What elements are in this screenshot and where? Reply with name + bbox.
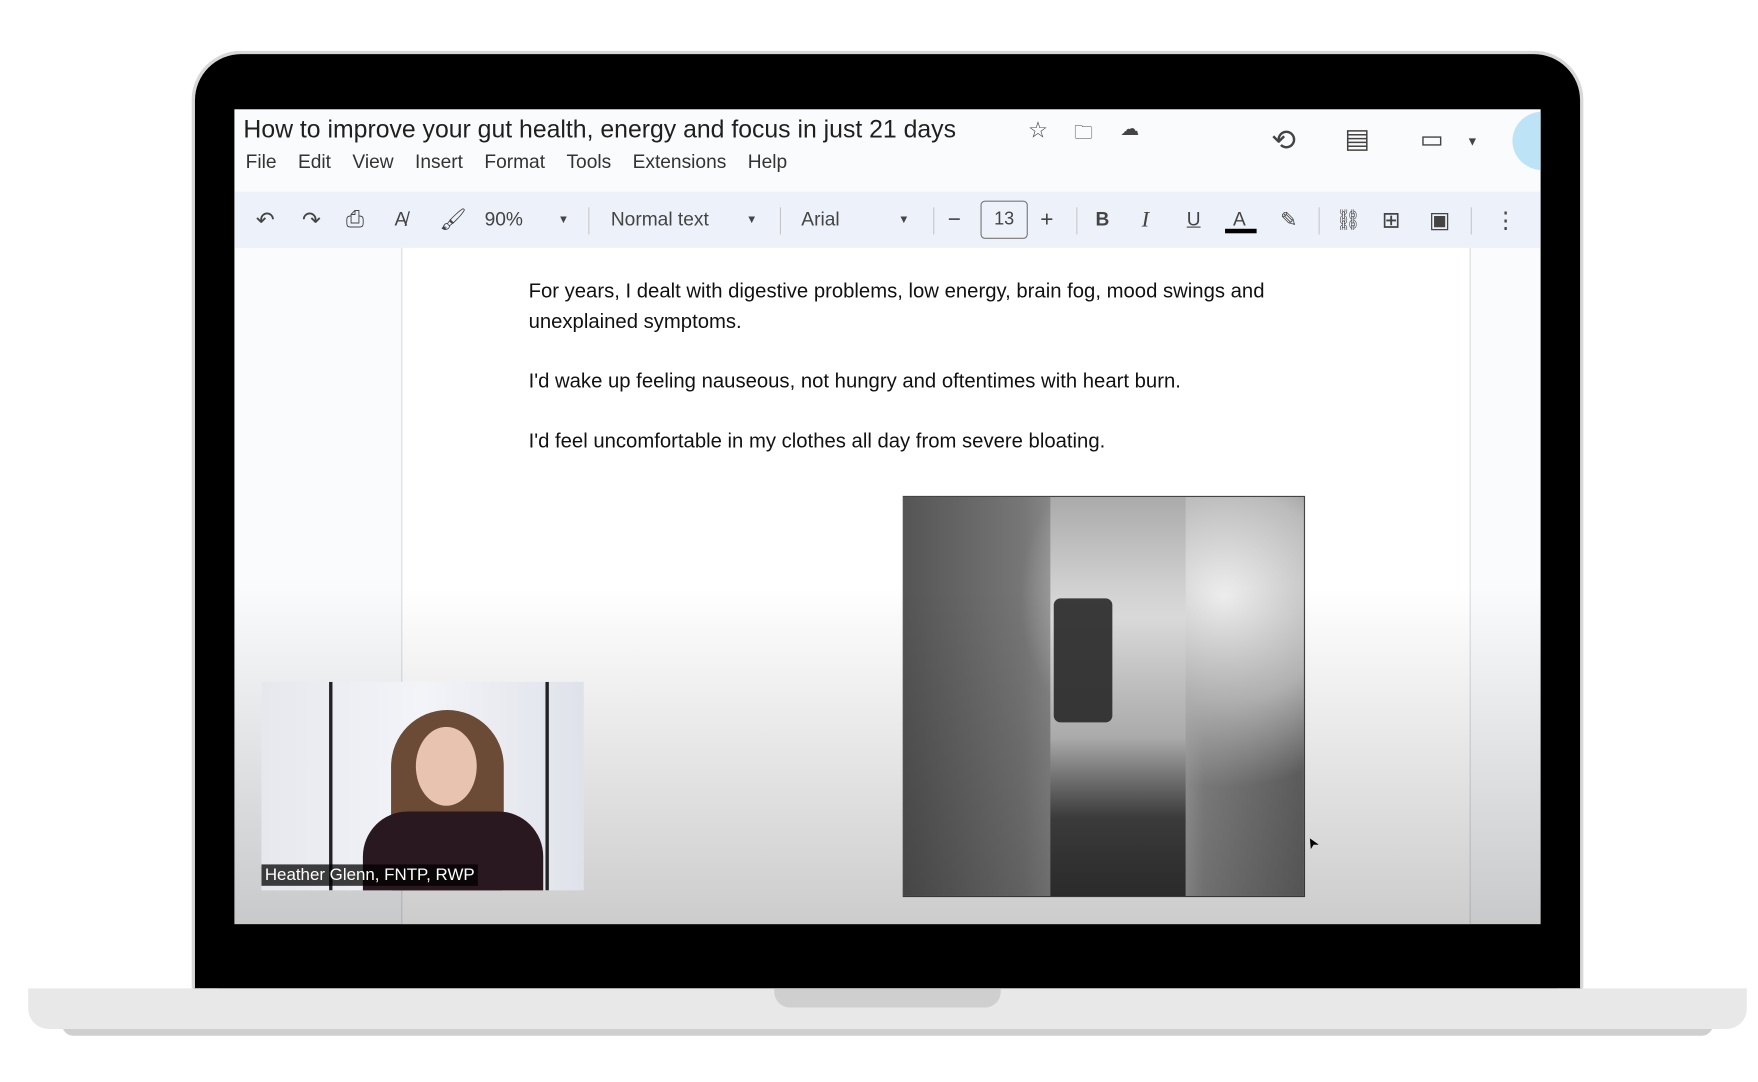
door-edge	[545, 681, 549, 891]
menu-help[interactable]: Help	[748, 151, 787, 174]
comments-icon[interactable]: ▤	[1345, 123, 1371, 156]
divider	[1076, 207, 1078, 235]
zoom-select[interactable]: 90%	[485, 192, 523, 248]
undo-icon[interactable]: ↶	[256, 192, 275, 248]
docs-header: How to improve your gut health, energy a…	[234, 109, 1541, 191]
font-caret-icon[interactable]: ▼	[898, 192, 909, 248]
divider	[588, 207, 590, 235]
phone-in-mirror	[1053, 598, 1113, 723]
menu-file[interactable]: File	[246, 151, 277, 174]
account-avatar[interactable]	[1512, 111, 1541, 171]
divider	[1470, 207, 1472, 235]
divider	[1318, 207, 1320, 235]
paint-format-icon[interactable]: 🖌	[440, 192, 467, 248]
increase-font-size-button[interactable]: +	[1040, 192, 1053, 248]
font-select[interactable]: Arial	[801, 192, 839, 248]
cloud-status-icon[interactable]: ☁	[1120, 118, 1139, 141]
docs-window: How to improve your gut health, energy a…	[234, 109, 1541, 925]
paragraph: I'd feel uncomfortable in my clothes all…	[528, 429, 1106, 452]
video-caption: Heather Glenn, FNTP, RWP	[261, 864, 479, 886]
presenter-face	[415, 726, 477, 806]
toolbar: ↶ ↷ ⎙ A̸ 🖌 90% ▼ Normal text ▼ Arial ▼ −…	[234, 191, 1541, 248]
move-folder-icon[interactable]: 🗀	[1074, 118, 1093, 151]
meet-icon[interactable]: ▭	[1420, 125, 1443, 154]
divider	[779, 207, 782, 235]
star-icon[interactable]: ☆	[1028, 116, 1048, 144]
more-icon[interactable]: ⋮	[1494, 192, 1517, 248]
door-edge	[329, 681, 333, 891]
presenter-video: Heather Glenn, FNTP, RWP	[261, 681, 584, 891]
text-color-swatch	[1225, 228, 1257, 234]
menu-tools[interactable]: Tools	[566, 151, 611, 174]
decrease-font-size-button[interactable]: −	[948, 192, 961, 248]
menu-bar: File Edit View Insert Format Tools Exten…	[246, 151, 787, 174]
style-select[interactable]: Normal text	[611, 192, 709, 248]
text-color-button[interactable]: A	[1233, 192, 1246, 248]
style-caret-icon[interactable]: ▼	[746, 192, 757, 248]
menu-view[interactable]: View	[352, 151, 393, 174]
link-icon[interactable]: ⛓	[1335, 192, 1361, 248]
document-title[interactable]: How to improve your gut health, energy a…	[243, 115, 956, 144]
print-icon[interactable]: ⎙	[346, 192, 364, 248]
underline-button[interactable]: U	[1187, 192, 1201, 248]
menu-format[interactable]: Format	[484, 151, 545, 174]
laptop-notch	[774, 988, 1001, 1008]
menu-extensions[interactable]: Extensions	[633, 151, 727, 174]
paragraph: For years, I dealt with digestive proble…	[528, 279, 1265, 333]
menu-insert[interactable]: Insert	[415, 151, 463, 174]
add-comment-icon[interactable]: ⊞	[1382, 192, 1401, 248]
highlight-icon[interactable]: ✎	[1280, 192, 1297, 248]
meet-caret-icon[interactable]: ▼	[1466, 135, 1478, 149]
document-canvas: For years, I dealt with digestive proble…	[234, 247, 1541, 925]
redo-icon[interactable]: ↷	[302, 192, 321, 248]
spellcheck-icon[interactable]: A̸	[394, 192, 407, 248]
history-icon[interactable]: ⟲	[1271, 123, 1296, 158]
divider	[933, 207, 935, 235]
paragraph: I'd wake up feeling nauseous, not hungry…	[528, 369, 1181, 393]
font-size-input[interactable]: 13	[980, 200, 1028, 239]
zoom-caret-icon[interactable]: ▼	[558, 192, 569, 248]
menu-edit[interactable]: Edit	[298, 151, 331, 174]
bold-button[interactable]: B	[1095, 192, 1109, 248]
image-icon[interactable]: ▣	[1429, 192, 1450, 248]
italic-button[interactable]: I	[1142, 192, 1150, 248]
bloating-photo[interactable]	[902, 495, 1306, 898]
